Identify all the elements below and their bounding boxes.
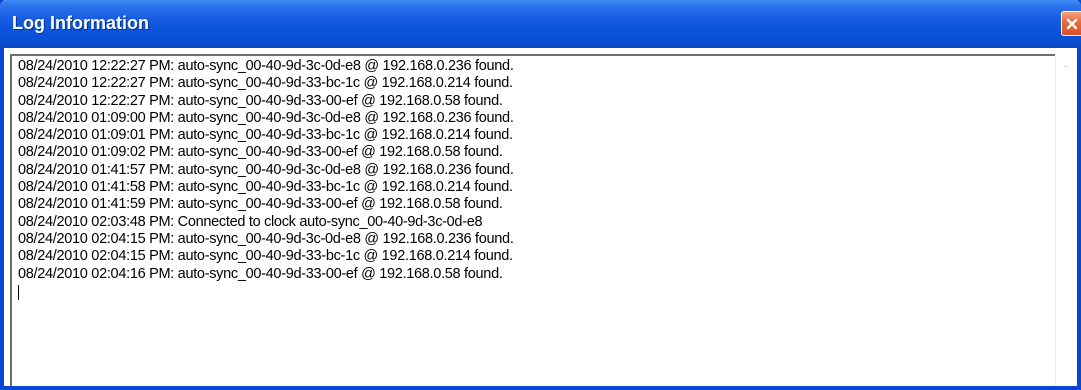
log-line: 08/24/2010 01:41:59 PM: auto-sync_00-40-… [18, 196, 503, 213]
scrollbar-tick [1064, 66, 1068, 67]
log-line: 08/24/2010 12:22:27 PM: auto-sync_00-40-… [18, 75, 513, 92]
log-text-area[interactable]: 08/24/2010 12:22:27 PM: auto-sync_00-40-… [10, 54, 1055, 386]
text-caret [18, 284, 19, 300]
window-title: Log Information [12, 13, 149, 33]
title-bar[interactable]: Log Information [0, 0, 1081, 48]
log-line: 08/24/2010 02:04:16 PM: auto-sync_00-40-… [18, 265, 503, 282]
log-line: 08/24/2010 01:09:02 PM: auto-sync_00-40-… [18, 144, 503, 161]
close-icon [1066, 18, 1078, 30]
scrollbar-area[interactable] [1055, 54, 1077, 386]
log-line: 08/24/2010 01:41:58 PM: auto-sync_00-40-… [18, 179, 513, 196]
log-information-window: Log Information 08/24/2010 12:22:27 PM: … [0, 0, 1081, 390]
close-button[interactable] [1061, 11, 1081, 36]
log-line: 08/24/2010 12:22:27 PM: auto-sync_00-40-… [18, 58, 514, 74]
log-line: 08/24/2010 02:04:15 PM: auto-sync_00-40-… [18, 248, 513, 265]
log-lines: 08/24/2010 12:22:27 PM: auto-sync_00-40-… [18, 58, 1055, 300]
log-line: 08/24/2010 02:03:48 PM: Connected to clo… [18, 213, 483, 230]
log-line: 08/24/2010 02:04:15 PM: auto-sync_00-40-… [18, 230, 514, 247]
window-client-area: 08/24/2010 12:22:27 PM: auto-sync_00-40-… [4, 48, 1077, 386]
log-line: 08/24/2010 01:41:57 PM: auto-sync_00-40-… [18, 161, 514, 178]
log-line: 08/24/2010 12:22:27 PM: auto-sync_00-40-… [18, 92, 503, 109]
log-line: 08/24/2010 01:09:00 PM: auto-sync_00-40-… [18, 109, 514, 126]
log-line: 08/24/2010 01:09:01 PM: auto-sync_00-40-… [18, 127, 513, 144]
